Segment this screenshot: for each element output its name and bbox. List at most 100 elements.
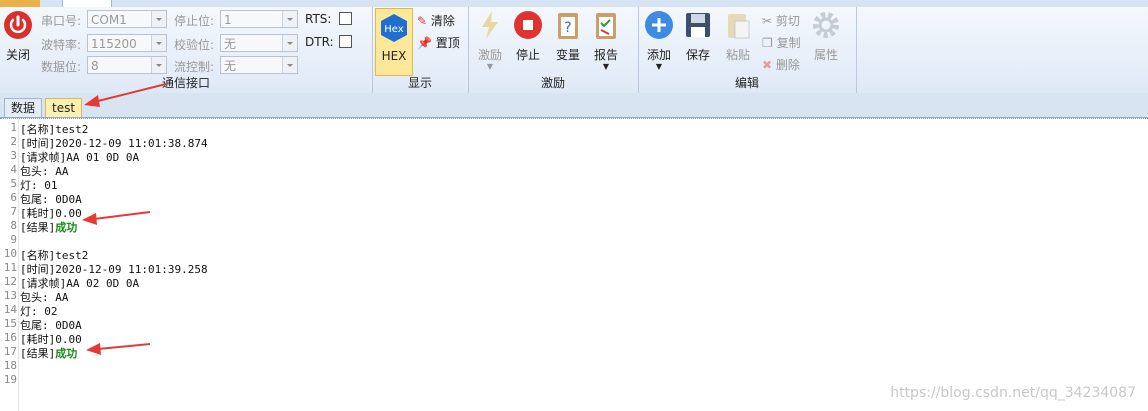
line-number: 6	[10, 191, 17, 204]
svg-text:?: ?	[564, 20, 571, 36]
ribbon: 关闭 串口号: COM1 波特率: 115200 数据位: 8 停止位: 1 校…	[0, 7, 1148, 94]
line-number: 19	[3, 373, 17, 386]
line-number: 17	[3, 345, 17, 358]
line-number: 14	[3, 303, 17, 316]
eraser-icon: ✎	[417, 14, 428, 28]
properties-label: 属性	[813, 48, 838, 62]
line-number: 7	[10, 205, 17, 218]
cut-label: 剪切	[775, 14, 800, 28]
tab-data[interactable]: 数据	[4, 98, 43, 117]
close-label: 关闭	[5, 48, 30, 62]
line-text: [结果]	[20, 347, 56, 360]
dropdown-arrow-icon: ▼	[655, 62, 663, 71]
line-number: 15	[3, 317, 17, 330]
add-button[interactable]: 添加 ▼	[642, 9, 676, 71]
stopbits-label: 停止位:	[174, 14, 215, 28]
cut-button[interactable]: ✂ 剪切	[762, 12, 800, 29]
tab-test[interactable]: test	[45, 98, 83, 117]
close-button[interactable]: 关闭	[2, 9, 34, 63]
baud-label: 波特率:	[41, 38, 82, 52]
chevron-down-icon	[282, 35, 297, 51]
clear-button[interactable]: ✎ 清除	[417, 12, 455, 29]
pin-button[interactable]: 📌 置顶	[417, 34, 460, 51]
group-label-communication: 通信接口	[161, 76, 210, 90]
port-value: COM1	[91, 13, 127, 27]
annotation-arrow	[86, 343, 151, 355]
plus-circle-icon	[645, 11, 673, 39]
stimulus-button[interactable]: 激励 ▼	[474, 9, 506, 71]
dtr-checkbox[interactable]	[339, 35, 352, 48]
stopbits-value: 1	[224, 13, 232, 27]
group-stimulus: 激励 ▼ 停止 ? 变量 报告 ▼ 激励	[468, 7, 639, 93]
hex-button[interactable]: Hex HEX	[375, 8, 413, 76]
chevron-down-icon	[151, 35, 166, 51]
stop-icon	[514, 11, 542, 39]
copy-button[interactable]: ❐ 复制	[762, 34, 801, 51]
chevron-down-icon	[282, 57, 297, 73]
floppy-disk-icon	[686, 13, 710, 37]
chevron-down-icon	[282, 11, 297, 27]
report-clipboard-icon	[596, 13, 616, 39]
group-edit: 添加 ▼ 保存 粘贴 ✂ 剪切 ❐ 复制 ✖ 删除 属性 编辑	[638, 7, 857, 93]
group-label-display: 显示	[407, 76, 432, 90]
line-number: 18	[3, 359, 17, 372]
result-success: 成功	[55, 221, 78, 234]
line-number: 8	[10, 219, 17, 232]
delete-x-icon: ✖	[762, 58, 773, 72]
save-label: 保存	[685, 48, 710, 62]
line-number: 13	[3, 289, 17, 302]
paste-button[interactable]: 粘贴	[722, 9, 754, 63]
gear-icon	[813, 12, 839, 38]
dropdown-arrow-icon: ▼	[486, 62, 494, 71]
properties-button[interactable]: 属性	[810, 9, 842, 63]
rts-checkbox[interactable]	[339, 12, 352, 25]
copy-label: 复制	[776, 36, 801, 50]
line-text: [结果]	[20, 221, 56, 234]
svg-text:Hex: Hex	[384, 24, 403, 35]
save-button[interactable]: 保存	[682, 9, 714, 63]
scissors-icon: ✂	[762, 14, 773, 28]
stopbits-combo[interactable]: 1	[220, 10, 298, 28]
group-display: Hex HEX ✎ 清除 📌 置顶 显示	[372, 7, 469, 93]
databits-value: 8	[91, 59, 99, 73]
line-number: 11	[3, 261, 17, 274]
delete-button[interactable]: ✖ 删除	[762, 56, 800, 73]
port-label: 串口号:	[41, 14, 82, 28]
editor-line: [结果]成功	[20, 219, 77, 235]
add-label: 添加	[646, 48, 671, 62]
paste-icon	[728, 14, 750, 39]
chevron-down-icon	[151, 57, 166, 73]
line-number: 12	[3, 275, 17, 288]
watermark: https://blog.csdn.net/qq_34234087	[890, 385, 1136, 401]
databits-combo[interactable]: 8	[87, 56, 167, 74]
ribbon-tab-other[interactable]	[128, 0, 158, 5]
parity-value: 无	[224, 37, 237, 51]
dtr-label: DTR:	[305, 35, 334, 49]
editor-line: [结果]成功	[20, 345, 77, 361]
copy-icon: ❐	[762, 36, 773, 50]
clear-label: 清除	[430, 14, 455, 28]
app-menu-tab[interactable]	[0, 0, 40, 7]
variable-button[interactable]: ? 变量	[552, 9, 584, 63]
report-button[interactable]: 报告 ▼	[590, 9, 622, 71]
clipboard-question-icon: ?	[558, 13, 578, 39]
flow-value: 无	[224, 59, 237, 73]
line-number: 16	[3, 331, 17, 344]
stop-button[interactable]: 停止	[512, 9, 544, 63]
dropdown-arrow-icon: ▼	[602, 62, 610, 71]
line-number: 3	[10, 149, 17, 162]
power-icon	[4, 11, 32, 39]
group-label-stimulus: 激励	[540, 76, 565, 90]
text-editor[interactable]: 1 [名称]test2 2 [时间]2020-12-09 11:01:38.874 3[…	[0, 118, 1148, 411]
line-number: 5	[10, 177, 17, 190]
parity-label: 校验位:	[174, 38, 215, 52]
group-communication: 关闭 串口号: COM1 波特率: 115200 数据位: 8 停止位: 1 校…	[0, 7, 373, 93]
delete-label: 删除	[775, 58, 800, 72]
flow-combo[interactable]: 无	[220, 56, 298, 74]
line-number: 9	[10, 233, 17, 246]
port-combo[interactable]: COM1	[87, 10, 167, 28]
line-number: 1	[10, 121, 17, 134]
baud-combo[interactable]: 115200	[87, 34, 167, 52]
rts-label: RTS:	[305, 12, 332, 26]
parity-combo[interactable]: 无	[220, 34, 298, 52]
